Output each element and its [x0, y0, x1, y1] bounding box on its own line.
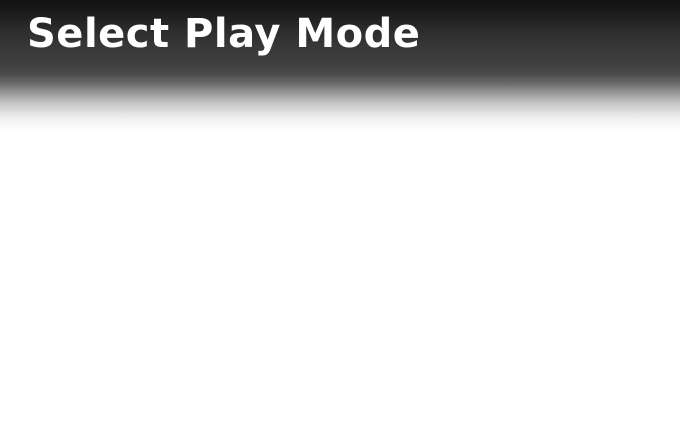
mode-selection-area [0, 132, 680, 421]
play-mode-screen: Select Play Mode [0, 0, 680, 421]
page-title: Select Play Mode [27, 11, 421, 57]
header-bar: Select Play Mode [0, 0, 680, 132]
